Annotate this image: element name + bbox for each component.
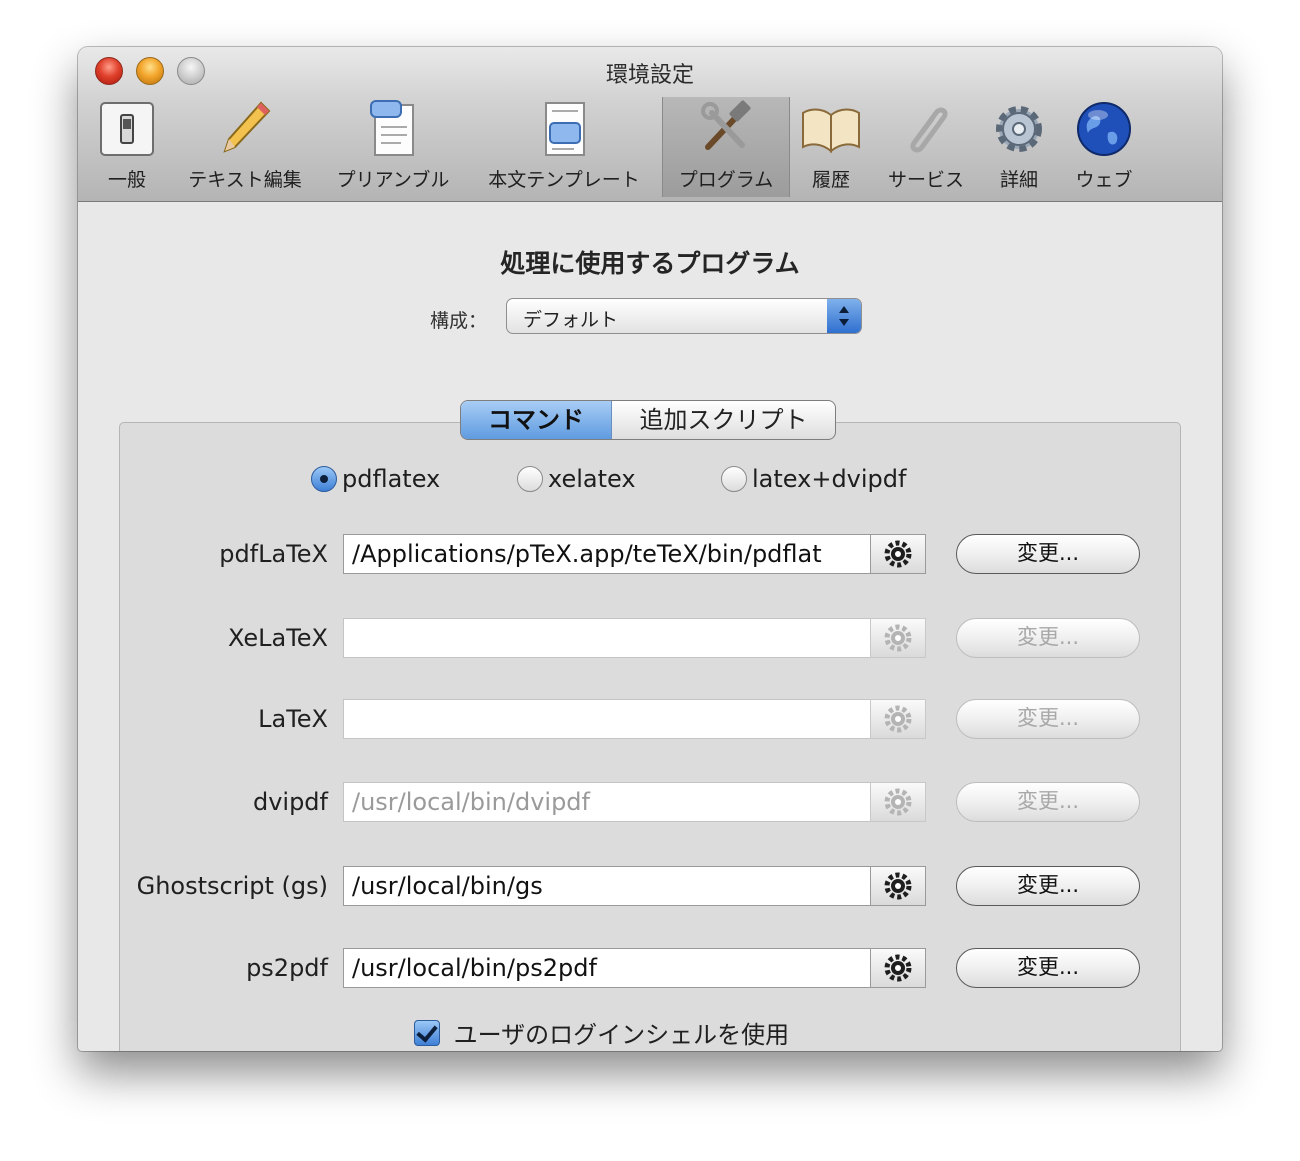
toolbar-label: プリアンブル — [336, 169, 450, 191]
program-label-pdflatex: pdfLaTeX — [219, 540, 328, 568]
gear-icon — [884, 954, 912, 982]
toolbar-item-template[interactable]: 本文テンプレート — [474, 97, 654, 197]
program-label-ps2pdf: ps2pdf — [246, 954, 328, 982]
path-text: /usr/local/bin/dvipdf — [352, 788, 590, 816]
tab-control: コマンド 追加スクリプト — [460, 400, 836, 440]
path-field-ghostscript[interactable]: /usr/local/bin/gs — [343, 866, 871, 906]
program-label-latex: LaTeX — [258, 705, 328, 733]
change-button-xelatex[interactable]: 変更... — [956, 618, 1140, 658]
preferences-window: 環境設定 一般 テキスト編集 プリアンブル 本文テンプレート プログラム 履歴 … — [78, 47, 1222, 1051]
toolbar-label: ウェブ — [1075, 169, 1133, 191]
path-text: /usr/local/bin/ps2pdf — [352, 954, 597, 982]
path-field-ps2pdf[interactable]: /usr/local/bin/ps2pdf — [343, 948, 871, 988]
pencil-icon — [223, 101, 271, 153]
radio-selected-icon — [311, 466, 337, 492]
gear-icon — [884, 788, 912, 816]
tools-icon — [701, 100, 751, 150]
radio-xelatex[interactable]: xelatex — [517, 464, 636, 493]
path-field-latex[interactable] — [343, 699, 871, 739]
radio-unselected-icon — [517, 466, 543, 492]
open-book-icon — [802, 108, 860, 154]
path-field-dvipdf[interactable]: /usr/local/bin/dvipdf — [343, 782, 871, 822]
gear-icon — [996, 106, 1042, 152]
path-field-xelatex[interactable] — [343, 618, 871, 658]
globe-icon — [1077, 102, 1131, 156]
preamble-document-icon — [370, 100, 414, 156]
content-area: 処理に使用するプログラム 構成： デフォルト コマンド 追加スクリプト pdfl… — [78, 202, 1222, 1051]
config-popup-value: デフォルト — [523, 309, 619, 331]
radio-label: pdflatex — [342, 465, 441, 493]
section-title: 処理に使用するプログラム — [500, 249, 800, 278]
general-switch-icon — [100, 102, 154, 156]
gear-icon — [884, 705, 912, 733]
toolbar-label: 履歴 — [811, 169, 850, 191]
radio-latex-dvipdf[interactable]: latex+dvipdf — [721, 464, 906, 493]
config-popup[interactable]: デフォルト — [506, 298, 862, 334]
template-document-icon — [545, 102, 585, 156]
program-label-ghostscript: Ghostscript (gs) — [136, 872, 328, 900]
toolbar-item-advanced[interactable]: 詳細 — [984, 97, 1054, 197]
path-text: /usr/local/bin/gs — [352, 872, 543, 900]
checkbox-checked-icon — [414, 1019, 440, 1046]
gear-icon — [884, 624, 912, 652]
gear-menu-button-pdflatex[interactable] — [870, 534, 926, 574]
gear-icon — [884, 540, 912, 568]
radio-pdflatex[interactable]: pdflatex — [311, 464, 440, 493]
toolbar-item-text-edit[interactable]: テキスト編集 — [176, 97, 314, 197]
paperclip-icon — [910, 107, 948, 153]
window-title: 環境設定 — [605, 63, 694, 88]
popup-arrows-icon — [827, 299, 861, 333]
program-label-dvipdf: dvipdf — [252, 788, 328, 816]
tab-additional-script[interactable]: 追加スクリプト — [612, 401, 835, 439]
gear-icon — [884, 872, 912, 900]
radio-label: latex+dvipdf — [752, 465, 907, 493]
change-button-ps2pdf[interactable]: 変更... — [956, 948, 1140, 988]
toolbar-item-general[interactable]: 一般 — [92, 97, 162, 197]
tab-command[interactable]: コマンド — [461, 401, 612, 439]
gear-menu-button-ghostscript[interactable] — [870, 866, 926, 906]
toolbar-label: 本文テンプレート — [488, 169, 640, 191]
path-field-pdflatex[interactable]: /Applications/pTeX.app/teTeX/bin/pdflat — [343, 534, 871, 574]
toolbar-item-program[interactable]: プログラム — [662, 97, 790, 197]
radio-label: xelatex — [548, 465, 636, 493]
gear-menu-button-ps2pdf[interactable] — [870, 948, 926, 988]
login-shell-checkbox[interactable]: ユーザのログインシェルを使用 — [414, 1015, 789, 1050]
toolbar-item-history[interactable]: 履歴 — [796, 97, 866, 197]
toolbar-label: プログラム — [678, 169, 774, 191]
toolbar-item-service[interactable]: サービス — [874, 97, 978, 197]
gear-menu-button-xelatex[interactable] — [870, 618, 926, 658]
config-label: 構成： — [430, 310, 488, 332]
checkbox-label: ユーザのログインシェルを使用 — [453, 1021, 790, 1049]
toolbar-label: テキスト編集 — [188, 169, 302, 191]
titlebar-toolbar: 環境設定 一般 テキスト編集 プリアンブル 本文テンプレート プログラム 履歴 … — [78, 47, 1222, 202]
path-text: /Applications/pTeX.app/teTeX/bin/pdflat — [352, 540, 822, 568]
toolbar-item-preamble[interactable]: プリアンブル — [326, 97, 460, 197]
radio-unselected-icon — [721, 466, 747, 492]
toolbar-label: 一般 — [107, 169, 146, 191]
change-button-dvipdf[interactable]: 変更... — [956, 782, 1140, 822]
toolbar-label: 詳細 — [999, 169, 1038, 191]
change-button-ghostscript[interactable]: 変更... — [956, 866, 1140, 906]
program-label-xelatex: XeLaTeX — [228, 624, 328, 652]
change-button-latex[interactable]: 変更... — [956, 699, 1140, 739]
change-button-pdflatex[interactable]: 変更... — [956, 534, 1140, 574]
toolbar-label: サービス — [887, 169, 964, 191]
toolbar-item-web[interactable]: ウェブ — [1066, 97, 1142, 197]
gear-menu-button-dvipdf[interactable] — [870, 782, 926, 822]
gear-menu-button-latex[interactable] — [870, 699, 926, 739]
